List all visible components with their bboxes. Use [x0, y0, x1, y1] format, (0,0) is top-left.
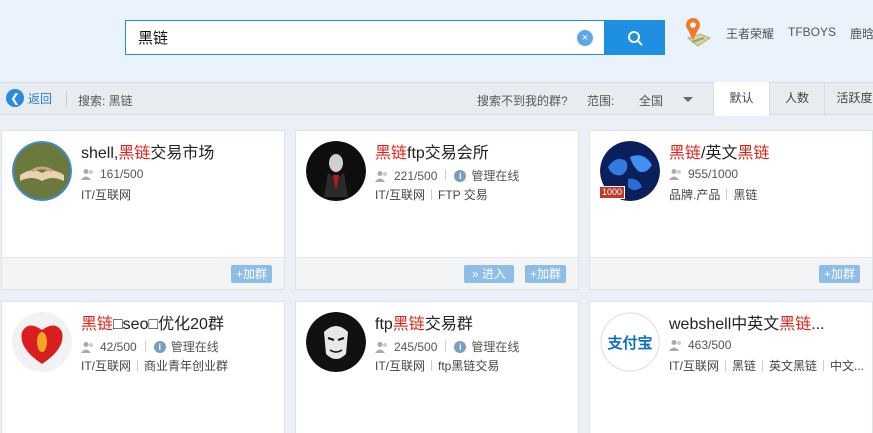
member-count: 161/500 [100, 167, 144, 181]
search-box[interactable]: × [125, 20, 605, 55]
group-title[interactable]: 黑链ftp交易会所 [375, 139, 489, 163]
group-tags: IT/互联网 黑链 英文黑链 中文... [669, 357, 864, 374]
card-footer: +加群 [590, 257, 872, 289]
group-tags: IT/互联网 FTP 交易 [375, 186, 488, 203]
group-title[interactable]: ftp黑链交易群 [375, 310, 473, 334]
search-input[interactable] [126, 21, 566, 54]
hot-link[interactable]: 鹿晗 [850, 25, 873, 42]
members-icon [375, 341, 387, 353]
search-icon [628, 30, 643, 45]
join-group-button[interactable]: +加群 [819, 265, 861, 283]
group-title[interactable]: 黑链□seo□优化20群 [81, 310, 224, 334]
admin-online-status: 管理在线 [471, 340, 520, 354]
group-avatar [12, 141, 72, 201]
info-icon: i [454, 169, 467, 182]
alipay-logo-text: 支付宝 [606, 334, 652, 352]
group-card[interactable]: 黑链□seo□优化20群 42/500 i 管理在线 IT/互联网 商业青年创业… [1, 301, 285, 433]
join-group-button[interactable]: +加群 [525, 265, 567, 283]
info-icon: i [153, 340, 166, 353]
members-icon [81, 341, 93, 353]
group-avatar: 支付宝 [600, 312, 660, 372]
card-footer: +加群 [2, 257, 284, 289]
tag: 商业青年创业群 [144, 359, 229, 373]
tag: IT/互联网 [375, 188, 425, 202]
back-button[interactable]: ❮ 返回 [6, 89, 52, 107]
member-count: 42/500 [100, 339, 137, 354]
tag: 英文黑链 [769, 359, 818, 373]
members-icon [375, 170, 387, 182]
group-tags: IT/互联网 ftp黑链交易 [375, 357, 499, 374]
top-bar: × 王者荣耀 TFBOYS 鹿晗 [0, 0, 873, 82]
group-card[interactable]: 黑链/英文黑链 955/1000 品牌.产品 黑链 +加群 [589, 130, 873, 290]
tag: FTP 交易 [438, 188, 488, 202]
group-meta: 463/500 [669, 338, 731, 352]
join-group-button[interactable]: +加群 [231, 265, 273, 283]
group-meta: 955/1000 [669, 167, 738, 181]
group-avatar [12, 312, 72, 372]
tag: IT/互联网 [375, 359, 425, 373]
divider [66, 91, 67, 107]
hot-link[interactable]: TFBOYS [788, 25, 836, 42]
group-title[interactable]: 黑链/英文黑链 [669, 139, 769, 163]
members-icon [81, 169, 93, 180]
hot-search-links: 王者荣耀 TFBOYS 鹿晗 [726, 25, 873, 42]
tag: IT/互联网 [81, 359, 131, 373]
tag: IT/互联网 [669, 359, 719, 373]
back-label: 返回 [28, 91, 53, 106]
group-title[interactable]: shell,黑链交易市场 [81, 139, 214, 163]
tag: 黑链 [733, 188, 758, 202]
back-arrow-icon: ❮ [6, 89, 24, 107]
group-size-badge: 1000 [599, 186, 626, 199]
group-tags: 品牌.产品 黑链 [669, 186, 757, 203]
member-count: 463/500 [688, 338, 732, 352]
members-icon [669, 169, 681, 180]
tab-members[interactable]: 人数 [769, 82, 824, 116]
group-tags: IT/互联网 [81, 186, 131, 203]
scope-select[interactable]: 全国 [639, 92, 663, 109]
group-meta: 221/500 i 管理在线 [375, 167, 519, 184]
group-title[interactable]: webshell中英文黑链... [669, 310, 825, 334]
group-avatar [306, 141, 366, 201]
scope-label: 范围: [587, 94, 615, 108]
group-meta: 161/500 [81, 167, 143, 181]
member-count: 221/500 [394, 168, 438, 183]
tab-activity[interactable]: 活跃度 [824, 82, 873, 116]
map-location-icon[interactable] [682, 16, 712, 52]
group-card[interactable]: shell,黑链交易市场 161/500 IT/互联网 +加群 [1, 130, 285, 290]
group-meta: 245/500 i 管理在线 [375, 338, 519, 355]
enter-group-button[interactable]: » 进入 [464, 265, 515, 283]
admin-online-status: 管理在线 [471, 169, 520, 183]
group-card[interactable]: 黑链ftp交易会所 221/500 i 管理在线 IT/互联网 FTP 交易 »… [295, 130, 579, 290]
group-card[interactable]: 支付宝 webshell中英文黑链... 463/500 IT/互联网 黑链 英… [589, 301, 873, 433]
members-icon [669, 340, 681, 351]
search-button[interactable] [605, 20, 665, 55]
group-card[interactable]: ftp黑链交易群 245/500 i 管理在线 IT/互联网 ftp黑链交易 [295, 301, 579, 433]
tag: 品牌.产品 [669, 188, 721, 202]
member-count: 955/1000 [688, 167, 739, 181]
hot-link[interactable]: 王者荣耀 [726, 25, 774, 42]
card-footer: » 进入 +加群 [296, 257, 578, 289]
group-avatar [306, 312, 366, 372]
tab-default[interactable]: 默认 [713, 82, 769, 116]
not-found-link[interactable]: 搜索不到我的群? [477, 92, 568, 109]
group-meta: 42/500 i 管理在线 [81, 338, 219, 355]
search-term-label: 搜索: 黑链 [78, 94, 133, 108]
member-count: 245/500 [394, 339, 438, 354]
admin-online-status: 管理在线 [170, 340, 219, 354]
tag: 黑链 [732, 359, 757, 373]
chevron-down-icon[interactable] [683, 97, 693, 102]
tag: IT/互联网 [81, 188, 131, 202]
filter-bar: ❮ 返回 搜索: 黑链 搜索不到我的群? 范围: 全国 默认 人数 活跃度 [0, 82, 873, 116]
clear-search-icon[interactable]: × [577, 30, 593, 46]
tag: ftp黑链交易 [438, 359, 500, 373]
tag: 中文... [830, 359, 865, 373]
group-tags: IT/互联网 商业青年创业群 [81, 357, 228, 374]
info-icon: i [454, 340, 467, 353]
